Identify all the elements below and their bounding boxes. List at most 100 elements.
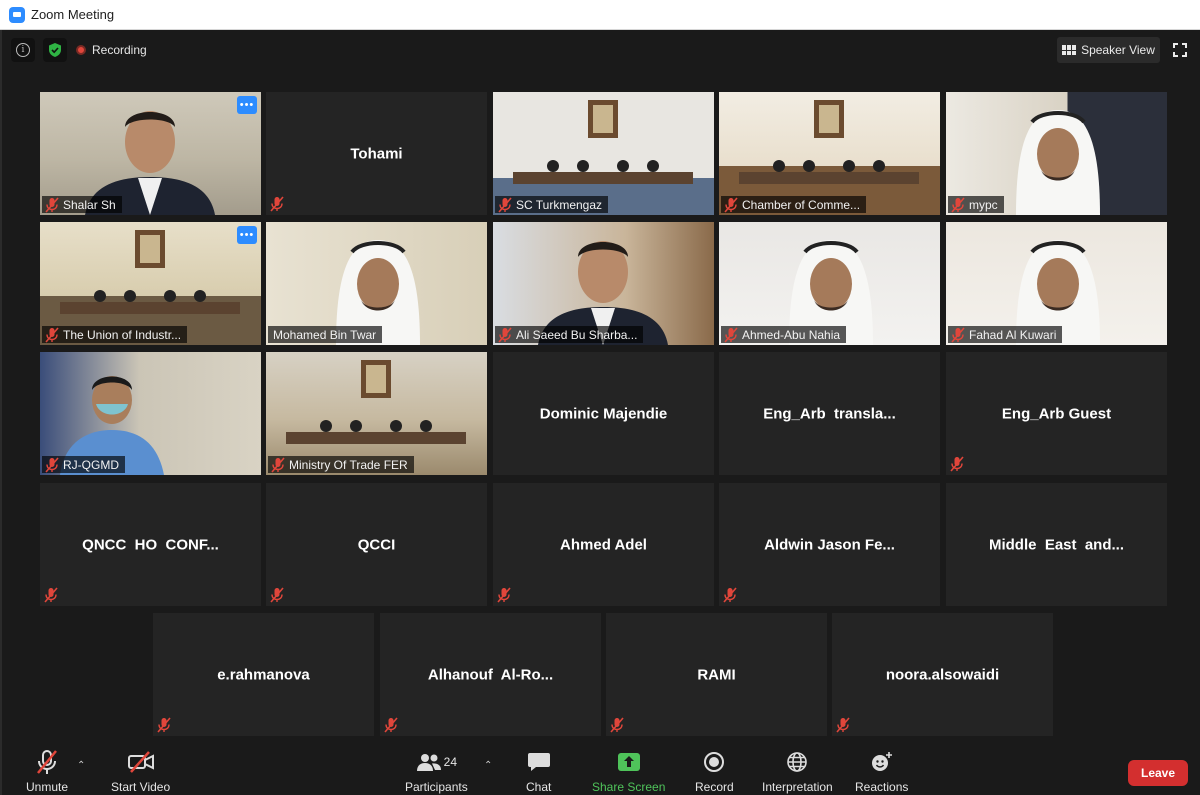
participant-name-tag: Chamber of Comme... bbox=[721, 196, 867, 213]
participant-tile[interactable]: Shalar Sh ••• bbox=[40, 92, 261, 215]
participant-name: Tohami bbox=[350, 145, 403, 162]
participant-name-tag: Ministry Of Trade FER bbox=[268, 456, 414, 473]
participant-tile[interactable]: noora.alsowaidi bbox=[832, 613, 1053, 736]
mic-muted-icon bbox=[724, 196, 738, 213]
participant-tile[interactable]: e.rahmanova bbox=[153, 613, 374, 736]
participant-name: QCCI bbox=[357, 536, 396, 553]
unmute-button[interactable]: Unmute bbox=[26, 748, 68, 795]
more-options-icon[interactable]: ••• bbox=[237, 96, 257, 114]
audio-options-chevron-up-icon[interactable]: ⌃ bbox=[77, 760, 85, 771]
participant-name: Alhanouf Al-Ro... bbox=[427, 666, 554, 683]
chat-label: Chat bbox=[526, 780, 552, 794]
mic-muted-icon bbox=[951, 196, 965, 213]
speaker-view-button[interactable]: Speaker View bbox=[1057, 37, 1160, 63]
participant-name: Ministry Of Trade FER bbox=[289, 457, 408, 472]
interpretation-label: Interpretation bbox=[762, 780, 833, 794]
participant-tile[interactable]: The Union of Industr... ••• bbox=[40, 222, 261, 345]
participant-tile[interactable]: Fahad Al Kuwari bbox=[946, 222, 1167, 345]
participant-tile[interactable]: Tohami bbox=[266, 92, 487, 215]
participant-name-tag: Shalar Sh bbox=[42, 196, 122, 213]
mic-muted-icon bbox=[498, 196, 512, 213]
reactions-button[interactable]: Reactions bbox=[855, 748, 908, 795]
security-shield-icon[interactable] bbox=[43, 38, 67, 62]
mic-muted-icon bbox=[45, 196, 59, 213]
participants-icon bbox=[416, 754, 441, 771]
mic-muted-icon bbox=[836, 717, 850, 733]
share-screen-icon bbox=[617, 748, 641, 776]
mic-muted-icon bbox=[723, 587, 737, 603]
participant-tile[interactable]: SC Turkmengaz bbox=[493, 92, 714, 215]
participant-tile[interactable]: Ahmed-Abu Nahia bbox=[719, 222, 940, 345]
recording-indicator[interactable]: Recording bbox=[76, 41, 147, 59]
participant-tile[interactable]: Ali Saeed Bu Sharba... bbox=[493, 222, 714, 345]
participant-tile[interactable]: Alhanouf Al-Ro... bbox=[380, 613, 601, 736]
mic-muted-icon bbox=[951, 326, 965, 343]
participant-name: Ali Saeed Bu Sharba... bbox=[516, 327, 638, 342]
participant-tile[interactable]: Aldwin Jason Fe... bbox=[719, 483, 940, 606]
recording-dot-icon bbox=[76, 45, 86, 55]
participant-tile[interactable]: QNCC HO CONF... bbox=[40, 483, 261, 606]
chat-button[interactable]: Chat bbox=[526, 748, 551, 795]
video-off-icon bbox=[127, 748, 155, 776]
participant-tile[interactable]: mypc bbox=[946, 92, 1167, 215]
participant-name-tag: Ali Saeed Bu Sharba... bbox=[495, 326, 644, 343]
participants-button[interactable]: 24 Participants bbox=[405, 748, 468, 795]
zoom-logo-icon bbox=[9, 6, 25, 23]
unmute-label: Unmute bbox=[26, 780, 69, 794]
window-title: Zoom Meeting bbox=[31, 7, 115, 22]
mic-muted-icon bbox=[157, 717, 171, 733]
share-screen-label: Share Screen bbox=[592, 780, 666, 794]
start-video-label: Start Video bbox=[111, 780, 171, 794]
participant-tile[interactable]: RAMI bbox=[606, 613, 827, 736]
mic-muted-icon-wrap bbox=[723, 326, 739, 343]
participant-name: Aldwin Jason Fe... bbox=[764, 536, 895, 553]
participant-name-tag: Fahad Al Kuwari bbox=[948, 326, 1063, 343]
mic-muted-icon-wrap bbox=[44, 456, 60, 473]
participant-name: Shalar Sh bbox=[63, 197, 116, 212]
record-button[interactable]: Record bbox=[695, 748, 734, 795]
participant-tile[interactable]: Ahmed Adel bbox=[493, 483, 714, 606]
participant-name: The Union of Industr... bbox=[63, 327, 182, 342]
mic-muted-icon bbox=[497, 587, 511, 603]
participant-tile[interactable]: Chamber of Comme... bbox=[719, 92, 940, 215]
start-video-button[interactable]: Start Video bbox=[111, 748, 170, 795]
mic-muted-icon-wrap bbox=[497, 196, 513, 213]
participant-name-tag: mypc bbox=[948, 196, 1004, 213]
participant-tile[interactable]: Eng_Arb transla... bbox=[719, 352, 940, 475]
participant-name: RAMI bbox=[697, 666, 736, 683]
mic-muted-icon bbox=[950, 456, 964, 472]
meeting-window: i Recording Speaker View Shalar Sh ••• Toh… bbox=[0, 30, 1200, 795]
share-screen-button[interactable]: Share Screen bbox=[592, 748, 665, 795]
participant-tile[interactable]: Ministry Of Trade FER bbox=[266, 352, 487, 475]
participants-label: Participants bbox=[405, 780, 468, 794]
participant-name: e.rahmanova bbox=[217, 666, 310, 683]
speaker-view-label: Speaker View bbox=[1081, 43, 1155, 57]
participant-tile[interactable]: Middle East and... bbox=[946, 483, 1167, 606]
participants-options-chevron-up-icon[interactable]: ⌃ bbox=[484, 760, 492, 771]
participant-name: Dominic Majendie bbox=[539, 405, 668, 422]
participant-name: Mohamed Bin Twar bbox=[273, 327, 377, 342]
reactions-label: Reactions bbox=[855, 780, 909, 794]
mic-muted-icon bbox=[271, 456, 285, 473]
participant-tile[interactable]: Mohamed Bin Twar bbox=[266, 222, 487, 345]
mic-muted-icon-wrap bbox=[950, 196, 966, 213]
leave-button[interactable]: Leave bbox=[1128, 760, 1188, 786]
participant-name: mypc bbox=[969, 197, 998, 212]
participant-tile[interactable]: RJ-QGMD bbox=[40, 352, 261, 475]
participant-name: noora.alsowaidi bbox=[885, 666, 1000, 683]
participant-tile[interactable]: Dominic Majendie bbox=[493, 352, 714, 475]
participant-tile[interactable]: QCCI bbox=[266, 483, 487, 606]
interpretation-button[interactable]: Interpretation bbox=[762, 748, 833, 795]
mic-muted-icon bbox=[44, 587, 58, 603]
mic-muted-icon bbox=[724, 326, 738, 343]
participant-name: Ahmed Adel bbox=[560, 536, 647, 553]
mic-muted-icon-wrap bbox=[723, 196, 739, 213]
mic-muted-icon bbox=[270, 587, 284, 603]
participant-tile[interactable]: Eng_Arb Guest bbox=[946, 352, 1167, 475]
mic-muted-icon-wrap bbox=[44, 326, 60, 343]
meeting-info-icon[interactable]: i bbox=[11, 38, 35, 62]
more-options-icon[interactable]: ••• bbox=[237, 226, 257, 244]
fullscreen-icon[interactable] bbox=[1170, 40, 1190, 60]
participant-name: Ahmed-Abu Nahia bbox=[742, 327, 841, 342]
mic-muted-icon bbox=[35, 748, 59, 776]
